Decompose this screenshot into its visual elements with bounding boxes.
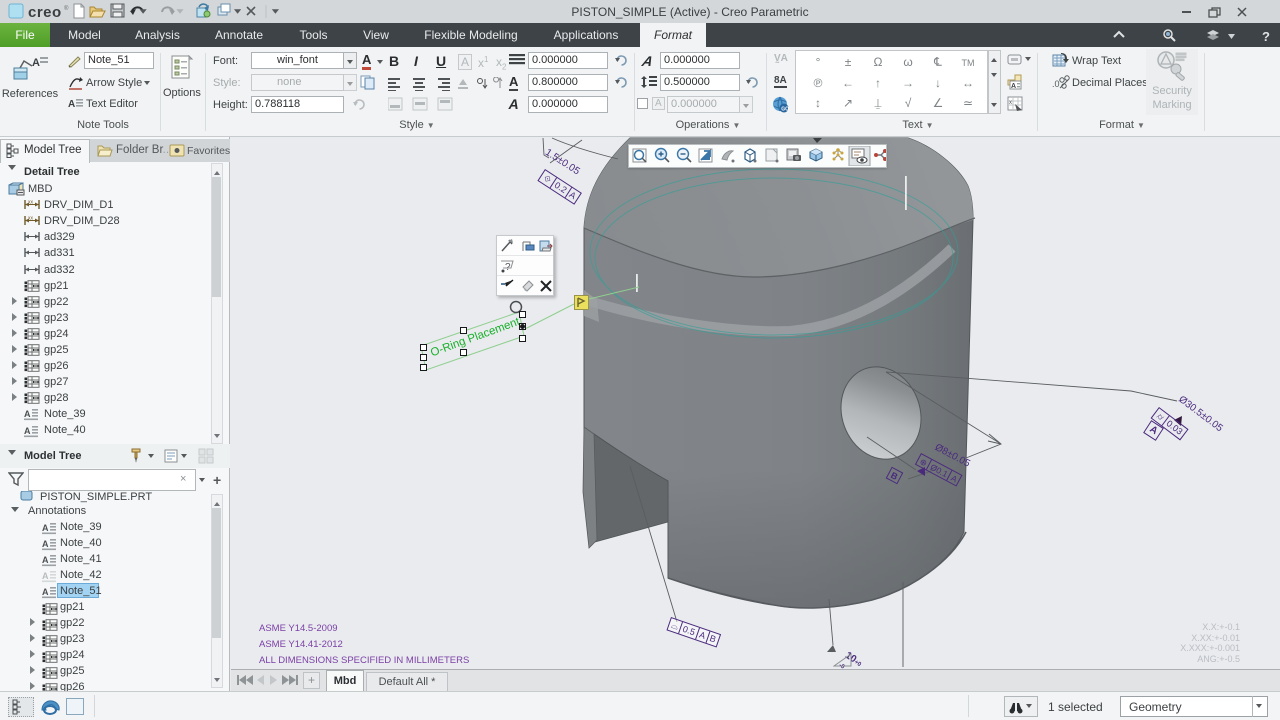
svg-text:x: x — [1009, 100, 1012, 106]
svg-text:A: A — [42, 571, 49, 581]
svg-text:A: A — [42, 555, 49, 565]
svg-text:xx: xx — [28, 216, 34, 222]
svg-text:?: ? — [1262, 29, 1270, 44]
svg-text:A: A — [24, 409, 31, 419]
svg-text:creo: creo — [28, 4, 62, 20]
svg-text:A: A — [42, 539, 49, 549]
svg-text:A: A — [42, 587, 49, 597]
svg-text:A: A — [68, 99, 75, 110]
svg-text:A: A — [42, 523, 49, 533]
svg-text:GO: GO — [781, 107, 789, 113]
svg-text:A: A — [1011, 83, 1016, 90]
svg-text:xx: xx — [28, 200, 34, 206]
svg-text:A: A — [32, 57, 40, 69]
svg-text:?: ? — [505, 262, 511, 273]
svg-text:A: A — [24, 426, 31, 436]
svg-text:.0: .0 — [1052, 79, 1060, 89]
svg-text:®: ® — [64, 5, 69, 12]
